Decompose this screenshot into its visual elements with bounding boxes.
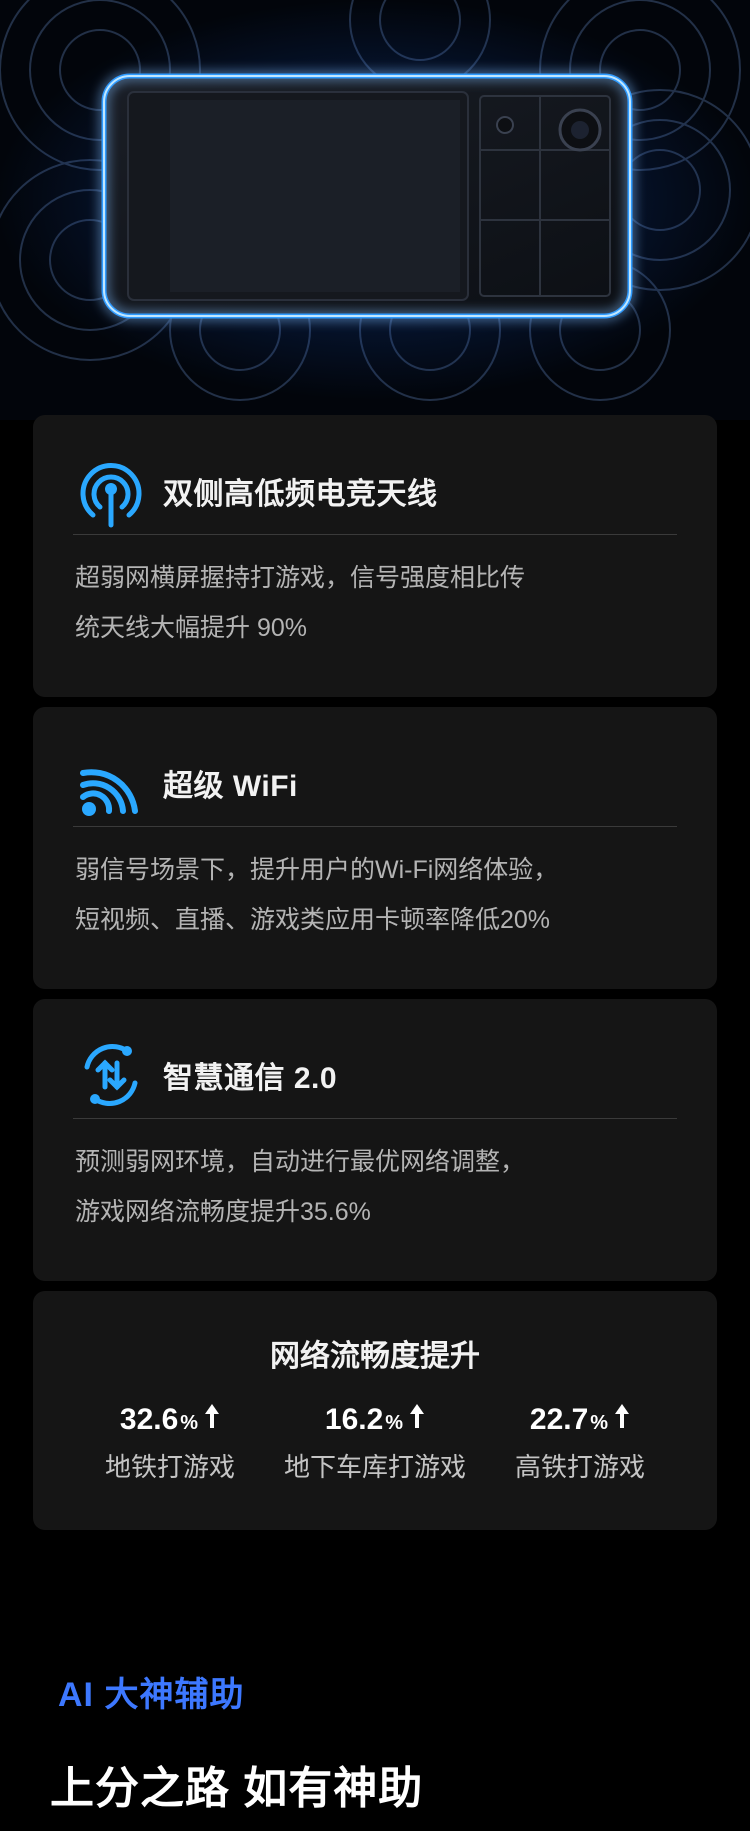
feature-title: 超级 WiFi <box>163 770 298 803</box>
feature-card-wifi: 超级 WiFi 弱信号场景下，提升用户的Wi-Fi网络体验， 短视频、直播、游戏… <box>33 707 717 989</box>
section-title: 上分之路 如有神助 <box>50 1764 424 1813</box>
wifi-icon <box>73 745 149 821</box>
stat-value: 22.7 <box>529 1403 589 1436</box>
section-tag: AI 大神辅助 <box>58 1676 245 1714</box>
hero-phone-image <box>0 0 750 420</box>
stat-item: 32.6% 地铁打游戏 <box>50 1403 290 1484</box>
feature-description: 弱信号场景下，提升用户的Wi-Fi网络体验， 短视频、直播、游戏类应用卡顿率降低… <box>75 856 559 934</box>
antenna-signal-icon <box>73 453 149 529</box>
arrow-up-icon <box>204 1403 220 1437</box>
divider <box>73 826 677 827</box>
stat-unit: % <box>590 1412 609 1434</box>
stat-label: 地下车库打游戏 <box>283 1452 466 1482</box>
arrow-up-icon <box>409 1403 425 1437</box>
divider <box>73 534 677 535</box>
feature-title: 智慧通信 2.0 <box>163 1062 338 1095</box>
feature-description: 预测弱网环境，自动进行最优网络调整， 游戏网络流畅度提升35.6% <box>75 1148 526 1226</box>
feature-card-smart-comm: 智慧通信 2.0 预测弱网环境，自动进行最优网络调整， 游戏网络流畅度提升35.… <box>33 999 717 1281</box>
stat-label: 地铁打游戏 <box>104 1452 235 1482</box>
stats-card: 网络流畅度提升 32.6% 地铁打游戏 16.2% 地下车库打游戏 22.7% … <box>33 1291 717 1530</box>
stat-item: 16.2% 地下车库打游戏 <box>255 1403 495 1484</box>
stat-value: 16.2 <box>324 1403 384 1436</box>
stat-value: 32.6 <box>119 1403 179 1436</box>
feature-card-antenna: 双侧高低频电竞天线 超弱网横屏握持打游戏，信号强度相比传 统天线大幅提升 90% <box>33 415 717 697</box>
feature-description: 超弱网横屏握持打游戏，信号强度相比传 统天线大幅提升 90% <box>75 564 526 642</box>
stat-item: 22.7% 高铁打游戏 <box>460 1403 700 1484</box>
feature-title: 双侧高低频电竞天线 <box>163 478 438 511</box>
stat-label: 高铁打游戏 <box>514 1452 645 1482</box>
sync-arrows-icon <box>73 1037 149 1113</box>
stat-unit: % <box>385 1412 404 1434</box>
stat-unit: % <box>180 1412 199 1434</box>
arrow-up-icon <box>614 1403 630 1437</box>
divider <box>73 1118 677 1119</box>
stats-title: 网络流畅度提升 <box>270 1340 480 1373</box>
